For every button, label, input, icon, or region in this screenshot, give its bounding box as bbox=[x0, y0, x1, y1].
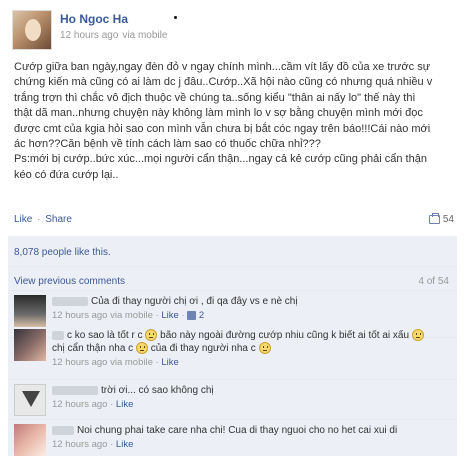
comment-meta: 12 hours ago · Like bbox=[52, 399, 134, 410]
dot-marker bbox=[174, 16, 177, 19]
comment-text: của đi thay người nha c bbox=[150, 343, 256, 354]
commenter-name-redacted[interactable] bbox=[52, 330, 64, 340]
comment-like-button[interactable]: Like bbox=[116, 399, 133, 410]
content-line: chứng kiến mà cũng có ai làm dc j đâu..C… bbox=[14, 76, 433, 89]
post-meta: 12 hours ago via mobile bbox=[60, 30, 167, 41]
comment-meta: 12 hours ago via mobile · Like bbox=[52, 357, 179, 368]
post-header: Ho Ngoc Ha 12 hours ago via mobile bbox=[12, 10, 452, 50]
comment-time[interactable]: 12 hours ago bbox=[52, 310, 107, 321]
comment-meta: 12 hours ago via mobile · Like · 2 bbox=[52, 310, 205, 321]
smile-emoticon bbox=[145, 329, 158, 342]
commenter-name-redacted[interactable] bbox=[52, 385, 98, 395]
post-time[interactable]: 12 hours ago bbox=[60, 30, 118, 41]
content-line: Ps:mới bị cướp..bức xúc...mọi người cẩn … bbox=[14, 153, 427, 166]
comment-text: c ko sao là tốt r c bbox=[67, 330, 143, 341]
comment-time[interactable]: 12 hours ago bbox=[52, 399, 107, 410]
comment-text: bão này ngoài đường cướp nhiu cũng k biế… bbox=[160, 330, 410, 341]
comment-via: via mobile bbox=[110, 357, 153, 368]
comment-time[interactable]: 12 hours ago bbox=[52, 439, 107, 450]
smile-emoticon bbox=[258, 342, 271, 355]
comment-body: trời ơi... có sao không chị 12 hours ago… bbox=[52, 384, 450, 411]
smile-emoticon bbox=[135, 342, 148, 355]
content-line: thật dã man..nhưng chuyện này không làm … bbox=[14, 107, 423, 120]
smile-emoticon bbox=[411, 329, 424, 342]
content-line: kéo có đứa cướp lại.. bbox=[14, 168, 119, 181]
action-separator: · bbox=[37, 214, 41, 225]
commenter-avatar[interactable] bbox=[14, 424, 46, 456]
like-button[interactable]: Like bbox=[14, 214, 32, 225]
divider bbox=[8, 266, 457, 267]
post-via: via mobile bbox=[122, 30, 168, 41]
share-icon bbox=[428, 213, 440, 224]
content-line: ác hơn??Căn bệnh về tính cách làm sao có… bbox=[14, 138, 321, 151]
commenter-name-redacted[interactable] bbox=[52, 296, 88, 306]
comment-like-button[interactable]: Like bbox=[161, 357, 178, 368]
author-avatar[interactable] bbox=[12, 10, 52, 50]
comment-text: trời ơi... có sao không chị bbox=[101, 385, 214, 396]
view-previous-comments[interactable]: View previous comments bbox=[14, 276, 125, 287]
comment-like-button[interactable]: Like bbox=[161, 310, 178, 321]
comment-body: Noi chung phai take care nha chi! Cua di… bbox=[52, 424, 450, 451]
divider bbox=[8, 379, 457, 380]
comment-like-count[interactable]: 2 bbox=[199, 310, 204, 321]
comment-item: c ko sao là tốt r c bão này ngoài đường … bbox=[14, 329, 451, 377]
comment-meta: 12 hours ago · Like bbox=[52, 439, 134, 450]
facebook-post: Ho Ngoc Ha 12 hours ago via mobile Cướp … bbox=[0, 0, 465, 463]
comments-panel: 8,078 people like this. View previous co… bbox=[8, 236, 457, 456]
divider bbox=[8, 290, 457, 291]
post-actions: Like · Share 54 bbox=[14, 213, 454, 228]
content-line: được cmt của kgia hỏi sao con mình vẫn c… bbox=[14, 122, 431, 135]
comment-text: chị cẩn thận nha c bbox=[52, 343, 134, 354]
comment-text: Noi chung phai take care nha chi! Cua di… bbox=[77, 425, 398, 436]
comment-item: trời ơi... có sao không chị 12 hours ago… bbox=[14, 384, 451, 418]
content-line: trắng trợn thì chắc vô địch thuộc về chú… bbox=[14, 91, 416, 104]
commenter-avatar[interactable] bbox=[14, 295, 46, 327]
share-count-value: 54 bbox=[442, 214, 454, 225]
comment-body: Của đi thay người chị ơi , đi qa đây vs … bbox=[52, 295, 450, 322]
likes-count-link[interactable]: 8,078 people like this. bbox=[14, 247, 111, 258]
post-content: Cướp giữa ban ngày,ngay đèn đỏ v ngay ch… bbox=[14, 60, 454, 183]
divider bbox=[8, 419, 457, 420]
comment-text: Của đi thay người chị ơi , đi qa đây vs … bbox=[91, 296, 298, 307]
author-name[interactable]: Ho Ngoc Ha bbox=[60, 12, 128, 26]
likes-summary: 8,078 people like this. bbox=[14, 247, 111, 258]
commenter-avatar[interactable] bbox=[14, 384, 46, 416]
comment-like-button[interactable]: Like bbox=[116, 439, 133, 450]
content-line: Cướp giữa ban ngày,ngay đèn đỏ v ngay ch… bbox=[14, 61, 431, 73]
share-count[interactable]: 54 bbox=[428, 213, 454, 225]
commenter-name-redacted[interactable] bbox=[52, 425, 74, 435]
comment-item: Noi chung phai take care nha chi! Cua di… bbox=[14, 424, 451, 456]
comments-count: 4 of 54 bbox=[418, 276, 449, 287]
commenter-avatar[interactable] bbox=[14, 329, 46, 361]
comment-time[interactable]: 12 hours ago bbox=[52, 357, 107, 368]
comment-via: via mobile bbox=[110, 310, 153, 321]
share-button[interactable]: Share bbox=[45, 214, 72, 225]
comment-body: c ko sao là tốt r c bão này ngoài đường … bbox=[52, 329, 450, 369]
thumb-up-icon bbox=[187, 310, 197, 320]
